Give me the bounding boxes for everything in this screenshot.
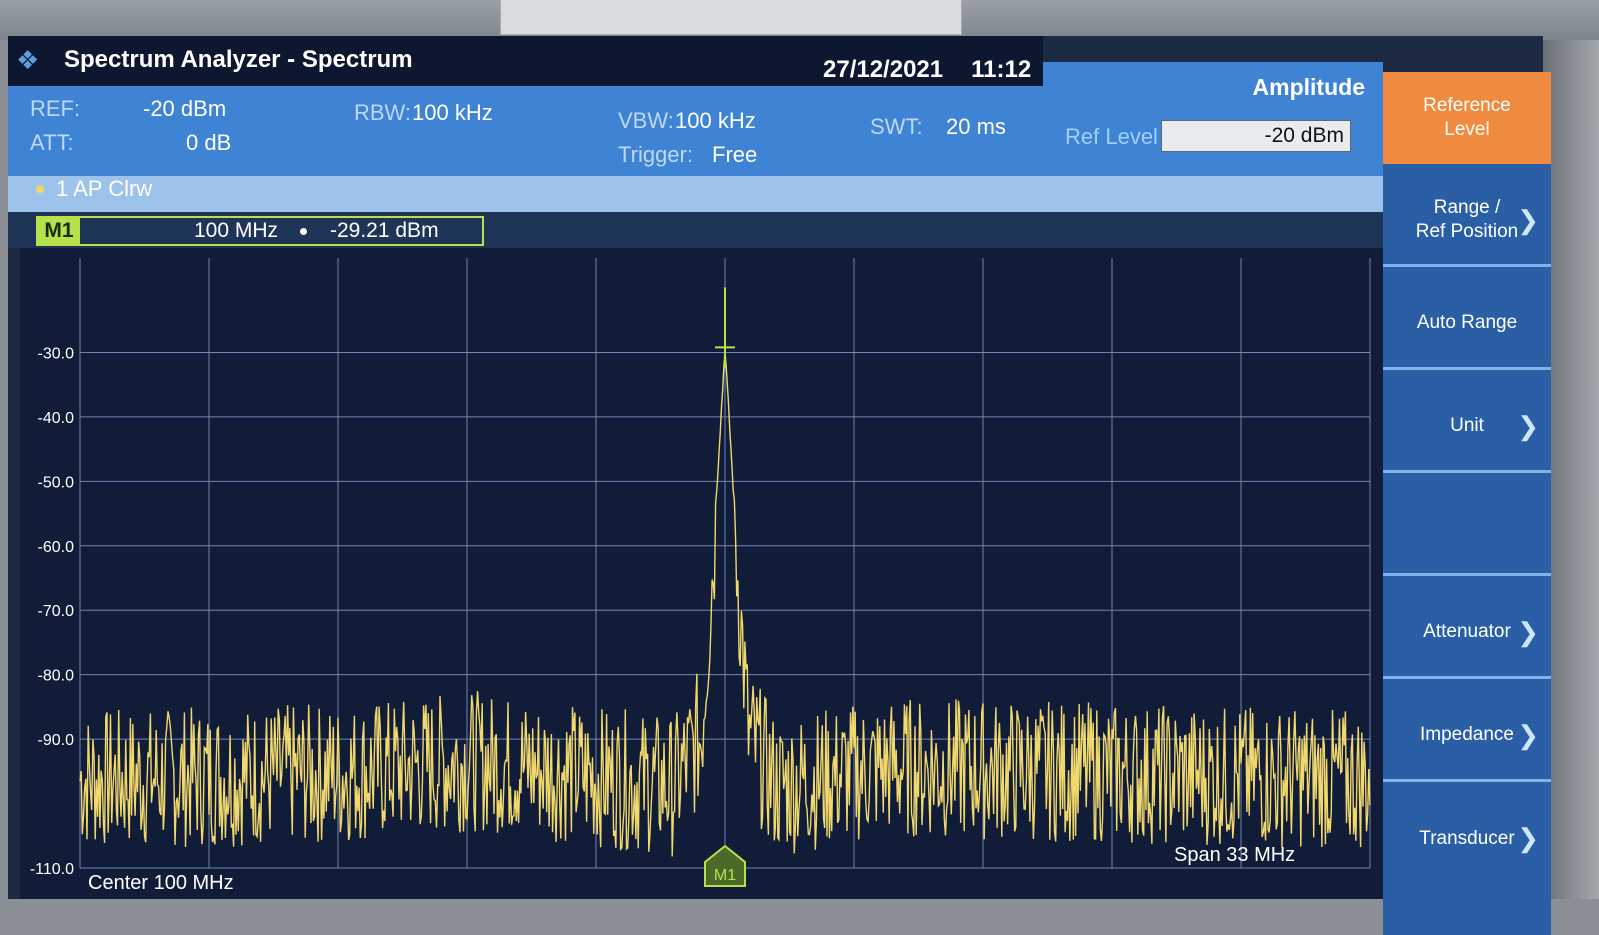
swt-label: SWT: xyxy=(870,114,923,139)
softkey-label: Transducer xyxy=(1419,828,1515,849)
trigger-label: Trigger: xyxy=(618,142,693,167)
analyzer-screen: ❖ Spectrum Analyzer - Spectrum 27/12/202… xyxy=(8,36,1551,935)
spectrum-plot[interactable]: -30.0 -40.0 -50.0 -60.0 -70.0 -80.0 -90.0 -110.… xyxy=(20,248,1383,899)
y-tick-label: -90.0 xyxy=(38,732,75,749)
instrument-bezel-right xyxy=(1543,40,1599,899)
chevron-right-icon: ❯ xyxy=(1517,205,1539,235)
vbw-value: 100 kHz xyxy=(675,108,756,133)
softkey-range-ref-position[interactable]: Range / Ref Position ❯ xyxy=(1383,175,1551,267)
softkey-auto-range[interactable]: Auto Range xyxy=(1383,278,1551,370)
y-tick-label: -30.0 xyxy=(38,345,75,362)
softkey-label: Attenuator xyxy=(1423,620,1511,642)
trace-info-bar: 1 AP Clrw xyxy=(8,176,1383,212)
y-tick-label: -60.0 xyxy=(38,539,75,556)
trigger-value: Free xyxy=(712,142,758,167)
y-tick-label: -80.0 xyxy=(38,668,75,685)
att-label: ATT: xyxy=(30,130,74,155)
y-tick-label: -110.0 xyxy=(30,861,74,878)
softkey-label: Range / Ref Position xyxy=(1415,196,1519,242)
ref-level-label: Ref Level xyxy=(1065,124,1158,149)
softkey-label: Reference Level xyxy=(1423,95,1511,140)
trace-label: 1 AP Clrw xyxy=(56,176,153,201)
vbw-label: VBW: xyxy=(618,108,674,133)
amplitude-panel: Amplitude Ref Level -20 dBm xyxy=(1043,62,1383,176)
datetime: 27/12/2021 11:12 xyxy=(823,56,1031,84)
settings-bar: REF: -20 dBm ATT: 0 dB RBW: 100 kHz VBW:… xyxy=(8,86,1043,176)
softkey-attenuator[interactable]: Attenuator ❯ xyxy=(1383,587,1551,679)
marker-dot xyxy=(300,228,307,235)
date: 27/12/2021 xyxy=(823,56,944,83)
marker-flag-label: M1 xyxy=(714,867,736,884)
swt-value: 20 ms xyxy=(946,114,1006,139)
window-title: Spectrum Analyzer - Spectrum xyxy=(64,46,413,73)
att-value: 0 dB xyxy=(186,130,232,155)
softkey-panel: Reference Level Range / Ref Position ❯ A… xyxy=(1383,72,1551,935)
softkey-unit[interactable]: Unit ❯ xyxy=(1383,381,1551,473)
time: 11:12 xyxy=(971,56,1032,83)
softkey-empty[interactable] xyxy=(1383,484,1551,576)
chevron-right-icon: ❯ xyxy=(1517,411,1539,441)
trace-color-dot xyxy=(36,185,44,193)
ref-label: REF: xyxy=(30,96,81,121)
ref-value: -20 dBm xyxy=(143,96,227,121)
softkey-reference-level[interactable]: Reference Level xyxy=(1383,72,1551,164)
softkey-impedance[interactable]: Impedance ❯ xyxy=(1383,690,1551,782)
amplitude-title: Amplitude xyxy=(1252,74,1365,100)
bezel-label-plate xyxy=(500,0,962,35)
marker-readout[interactable]: M1 100 MHz -29.21 dBm xyxy=(36,216,484,246)
marker-tag: M1 xyxy=(38,218,80,244)
y-tick-label: -50.0 xyxy=(38,474,75,491)
marker-frequency: 100 MHz xyxy=(194,219,279,242)
y-tick-label: -70.0 xyxy=(38,603,75,620)
softkey-label: Auto Range xyxy=(1416,311,1518,333)
softkey-label: Impedance xyxy=(1419,723,1514,745)
span-label: Span 33 MHz xyxy=(1174,844,1296,866)
rbw-label: RBW: xyxy=(354,100,412,125)
rs-logo-icon: ❖ xyxy=(16,45,40,75)
y-tick-label: -40.0 xyxy=(38,410,75,427)
center-frequency-label: Center 100 MHz xyxy=(88,872,234,894)
chevron-right-icon: ❯ xyxy=(1517,823,1539,853)
chevron-right-icon: ❯ xyxy=(1517,720,1539,750)
ref-level-input[interactable]: -20 dBm xyxy=(1161,120,1351,152)
title-bar: ❖ Spectrum Analyzer - Spectrum 27/12/202… xyxy=(8,36,1043,86)
softkey-transducer[interactable]: Transducer ❯ xyxy=(1383,793,1551,885)
spectrum-svg: -30.0 -40.0 -50.0 -60.0 -70.0 -80.0 -90.0 -110.… xyxy=(30,258,1371,887)
marker-bar: M1 100 MHz -29.21 dBm xyxy=(8,212,1383,248)
chevron-right-icon: ❯ xyxy=(1517,617,1539,647)
rbw-value: 100 kHz xyxy=(412,100,493,125)
marker-level: -29.21 dBm xyxy=(330,219,439,242)
softkey-label: Unit xyxy=(1450,414,1484,436)
